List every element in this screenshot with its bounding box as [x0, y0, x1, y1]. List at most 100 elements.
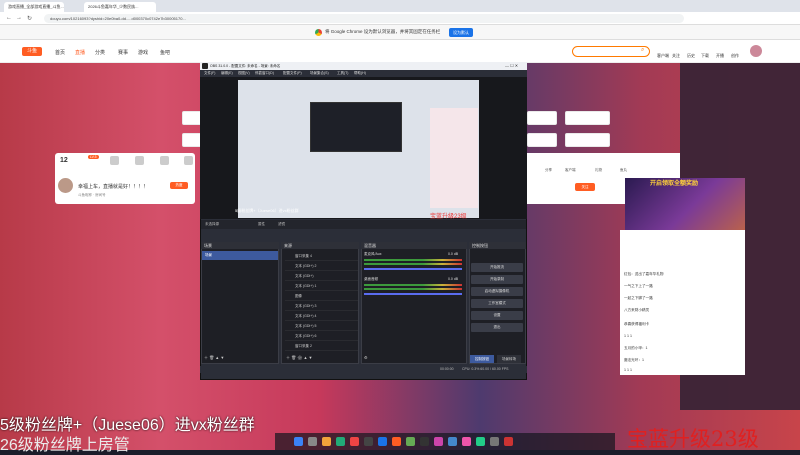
browser-tab-active[interactable]: 2026斗鱼嘉年华_少数民族... [84, 2, 156, 12]
app-icon[interactable] [476, 437, 485, 446]
chat-message: 1 1 1 [624, 334, 632, 338]
follow-button[interactable]: 关注 [575, 183, 595, 191]
app-icon[interactable] [336, 437, 345, 446]
menu-view[interactable]: 视图(V) [238, 71, 250, 76]
nav-events[interactable]: 赛事 [118, 49, 128, 56]
app-icon[interactable] [504, 437, 513, 446]
menu-edit[interactable]: 编辑(E) [221, 71, 233, 76]
add-scene-icon[interactable]: ＋ 🗑 ▲ ▼ [204, 355, 224, 361]
room-title: 幸福上车，直播就是好！！！！ [78, 184, 149, 190]
nav-category[interactable]: 分类 [95, 49, 105, 56]
source-item[interactable]: 图像 [285, 292, 358, 301]
app-icon[interactable] [350, 437, 359, 446]
source-item[interactable]: 文本 (GDI+) 6 [285, 332, 358, 341]
search-input[interactable] [572, 46, 650, 57]
streamer-level-badge: LV.5 [88, 155, 99, 159]
volume-slider[interactable] [364, 268, 462, 270]
nav-broadcast[interactable]: 开播 [716, 53, 724, 59]
event-tile[interactable] [182, 133, 202, 147]
set-default-button[interactable]: 设为默认 [449, 28, 473, 37]
nav-follow[interactable]: 关注 [672, 53, 680, 59]
source-item[interactable]: 文本 (GDI+) 3 [285, 302, 358, 311]
menu-docks[interactable]: 停靠窗口(D) [255, 71, 274, 76]
room-level: 12 [60, 157, 68, 164]
share-button[interactable]: 分享 [545, 168, 552, 173]
gift-icon[interactable] [110, 156, 119, 165]
studio-mode-button[interactable]: 工作室模式 [471, 299, 523, 308]
properties-button[interactable]: 属性 [258, 222, 265, 227]
browser-tab[interactable]: 游戏直播_全部游戏直播_斗鱼... [4, 2, 64, 12]
filters-button[interactable]: 滤镜 [278, 222, 285, 227]
gift-tab[interactable]: 礼物 [595, 168, 602, 173]
douyu-taskbar-icon[interactable] [392, 437, 401, 446]
app-icon[interactable] [420, 437, 429, 446]
nav-create[interactable]: 创作 [731, 53, 739, 59]
source-item[interactable]: 窗口采集 4 [285, 252, 358, 261]
start-icon[interactable] [294, 437, 303, 446]
obs-taskbar-icon[interactable] [364, 437, 373, 446]
bag-icon[interactable] [184, 156, 193, 165]
start-streaming-button[interactable]: 开始推流 [471, 263, 523, 272]
avatar[interactable] [750, 45, 762, 57]
event-tile[interactable] [565, 133, 610, 147]
app-icon[interactable] [434, 437, 443, 446]
tab-transitions[interactable]: 场景转场 [497, 355, 521, 363]
source-item[interactable]: 文本 (GDI+) 4 [285, 312, 358, 321]
chrome-taskbar-icon[interactable] [378, 437, 387, 446]
event-tile[interactable] [565, 111, 610, 125]
client-button[interactable]: 客户端 [565, 168, 576, 173]
source-item[interactable]: 文本 (GDI+) [285, 272, 358, 281]
chat-panel [620, 230, 745, 375]
start-recording-button[interactable]: 开始录制 [471, 275, 523, 284]
source-item[interactable]: 文本 (GDI+) 1 [285, 282, 358, 291]
source-item[interactable]: 文本 (GDI+) 2 [285, 262, 358, 271]
nav-download[interactable]: 下载 [701, 53, 709, 59]
preview-caption-red: 宝蓝升级23级 [430, 214, 467, 220]
exit-button[interactable]: 退出 [471, 323, 523, 332]
streamer-avatar[interactable] [58, 178, 73, 193]
menu-tools[interactable]: 工具(T) [337, 71, 348, 76]
app-icon[interactable] [490, 437, 499, 446]
event-tile[interactable] [182, 111, 202, 125]
menu-help[interactable]: 帮助(H) [354, 71, 366, 76]
obs-title-bar: OBS 31.0.0 - 配置文件: 未命名 - 场景: 未命名 [200, 62, 527, 70]
mixer-settings-icon[interactable]: ⚙ [364, 355, 368, 360]
add-source-icon[interactable]: ＋ 🗑 ⚙ ▲ ▼ [286, 355, 313, 361]
event-tile[interactable] [527, 133, 557, 147]
nav-live[interactable]: 直播 [75, 49, 85, 56]
douyu-logo[interactable]: 斗鱼 [22, 47, 42, 56]
app-icon[interactable] [462, 437, 471, 446]
no-source-label: 未选择源 [205, 222, 219, 226]
window-controls-icon[interactable]: — ☐ ✕ [505, 63, 518, 68]
app-icon[interactable] [448, 437, 457, 446]
voice-icon[interactable] [135, 156, 144, 165]
search-icon[interactable]: ⌕ [641, 47, 644, 54]
tab-controls[interactable]: 控制按钮 [470, 355, 494, 363]
nav-history[interactable]: 历史 [687, 53, 695, 59]
menu-profile[interactable]: 配置文件(P) [283, 71, 302, 76]
scene-item[interactable]: 场景 [202, 251, 278, 260]
app-icon[interactable] [406, 437, 415, 446]
menu-scene-collection[interactable]: 场景集合(S) [310, 71, 329, 76]
fishball-tab[interactable]: 鱼丸 [620, 168, 627, 173]
nested-obs-preview [310, 102, 402, 152]
settings-button[interactable]: 设置 [471, 311, 523, 320]
rank-icon[interactable] [160, 156, 169, 165]
chat-message: 红包：送出了嘉年华礼物 [624, 272, 664, 276]
nav-client[interactable]: 客户端 [657, 53, 669, 59]
forward-icon[interactable]: → [16, 15, 22, 21]
virtual-camera-button[interactable]: 启动虚拟摄像机 [471, 287, 523, 296]
event-tile[interactable] [527, 111, 557, 125]
menu-file[interactable]: 文件(F) [204, 71, 215, 76]
url-input[interactable]: douyu.com/10216093?dyshid=20e0ba0-dd....… [44, 14, 684, 23]
nav-games[interactable]: 游戏 [138, 49, 148, 56]
source-item[interactable]: 窗口采集 2 [285, 342, 358, 351]
nav-home[interactable]: 首页 [55, 49, 65, 56]
source-item[interactable]: 文本 (GDI+) 5 [285, 322, 358, 331]
back-icon[interactable]: ← [6, 15, 12, 21]
volume-slider[interactable] [364, 293, 462, 295]
search-icon[interactable] [308, 437, 317, 446]
nav-fishbar[interactable]: 鱼吧 [160, 49, 170, 56]
explorer-icon[interactable] [322, 437, 331, 446]
reload-icon[interactable]: ↻ [27, 15, 32, 22]
